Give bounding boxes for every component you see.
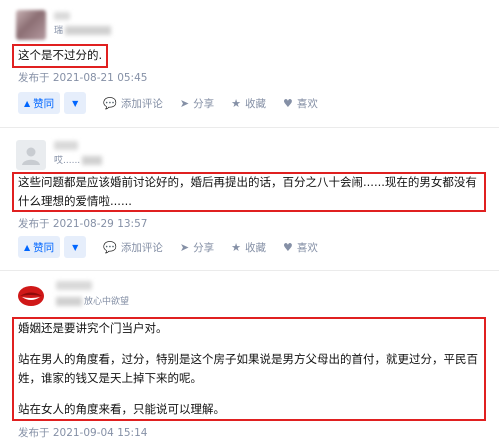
avatar[interactable] (16, 140, 46, 170)
triangle-up-icon: ▲ (24, 98, 31, 108)
like-button[interactable]: ♥ 喜欢 (283, 240, 318, 255)
star-icon: ★ (231, 96, 241, 110)
author-name[interactable] (54, 141, 78, 150)
comment-button[interactable]: 💬 添加评论 (103, 96, 163, 111)
star-icon: ★ (231, 240, 241, 254)
vote-up-button[interactable]: ▲ 赞同 (18, 92, 61, 114)
favorite-button[interactable]: ★ 收藏 (231, 240, 266, 255)
answer-item: 瑞 这个是不过分的. 发布于 2021-08-21 05:45 ▲ 赞同 ▼ 💬… (0, 0, 499, 116)
author-headline: 哎...... (54, 153, 103, 166)
favorite-button[interactable]: ★ 收藏 (231, 96, 266, 111)
triangle-down-icon: ▼ (72, 242, 79, 252)
action-bar: ▲ 赞同 ▼ 💬 添加评论 ➤ 分享 ★ 收藏 ♥ 喜欢 (18, 236, 318, 258)
author-headline: 瑞 (54, 23, 112, 36)
publish-date[interactable]: 发布于 2021-08-29 13:57 (18, 216, 147, 231)
answer-content: 这些问题都是应该婚前讨论好的，婚后再提出的话，百分之八十会闹......现在的男… (18, 175, 477, 208)
vote-down-button[interactable]: ▼ (64, 92, 87, 114)
author-headline: 放心中欲望 (56, 294, 129, 307)
share-button[interactable]: ➤ 分享 (180, 96, 214, 111)
vote-down-button[interactable]: ▼ (64, 236, 87, 258)
vote-up-button[interactable]: ▲ 赞同 (18, 236, 61, 258)
comment-bubble-icon: 💬 (103, 96, 117, 110)
heart-icon: ♥ (282, 96, 293, 110)
default-user-icon (22, 147, 40, 165)
action-bar: ▲ 赞同 ▼ 💬 添加评论 ➤ 分享 ★ 收藏 ♥ 喜欢 (18, 92, 318, 114)
avatar[interactable] (16, 10, 46, 40)
heart-icon: ♥ (282, 240, 293, 254)
avatar[interactable] (16, 281, 46, 311)
author-name[interactable] (56, 281, 92, 290)
answer-item: 放心中欲望 婚姻还是要讲究个门当户对。 站在男人的角度看，过分，特别是这个房子如… (0, 271, 499, 440)
comment-bubble-icon: 💬 (103, 240, 117, 254)
answer-item: 哎...... 这些问题都是应该婚前讨论好的，婚后再提出的话，百分之八十会闹..… (0, 128, 499, 262)
answer-content: 婚姻还是要讲究个门当户对。 站在男人的角度看，过分，特别是这个房子如果说是男方父… (18, 321, 478, 416)
publish-date[interactable]: 发布于 2021-09-04 15:14 (18, 425, 147, 440)
triangle-down-icon: ▼ (72, 98, 79, 108)
share-plane-icon: ➤ (179, 240, 190, 254)
like-button[interactable]: ♥ 喜欢 (283, 96, 318, 111)
share-button[interactable]: ➤ 分享 (180, 240, 214, 255)
lips-avatar-icon (16, 281, 46, 311)
publish-date[interactable]: 发布于 2021-08-21 05:45 (18, 70, 147, 85)
answer-content: 这个是不过分的. (18, 48, 103, 62)
triangle-up-icon: ▲ (24, 242, 31, 252)
comment-button[interactable]: 💬 添加评论 (103, 240, 163, 255)
author-name[interactable] (54, 12, 70, 20)
share-plane-icon: ➤ (179, 96, 190, 110)
